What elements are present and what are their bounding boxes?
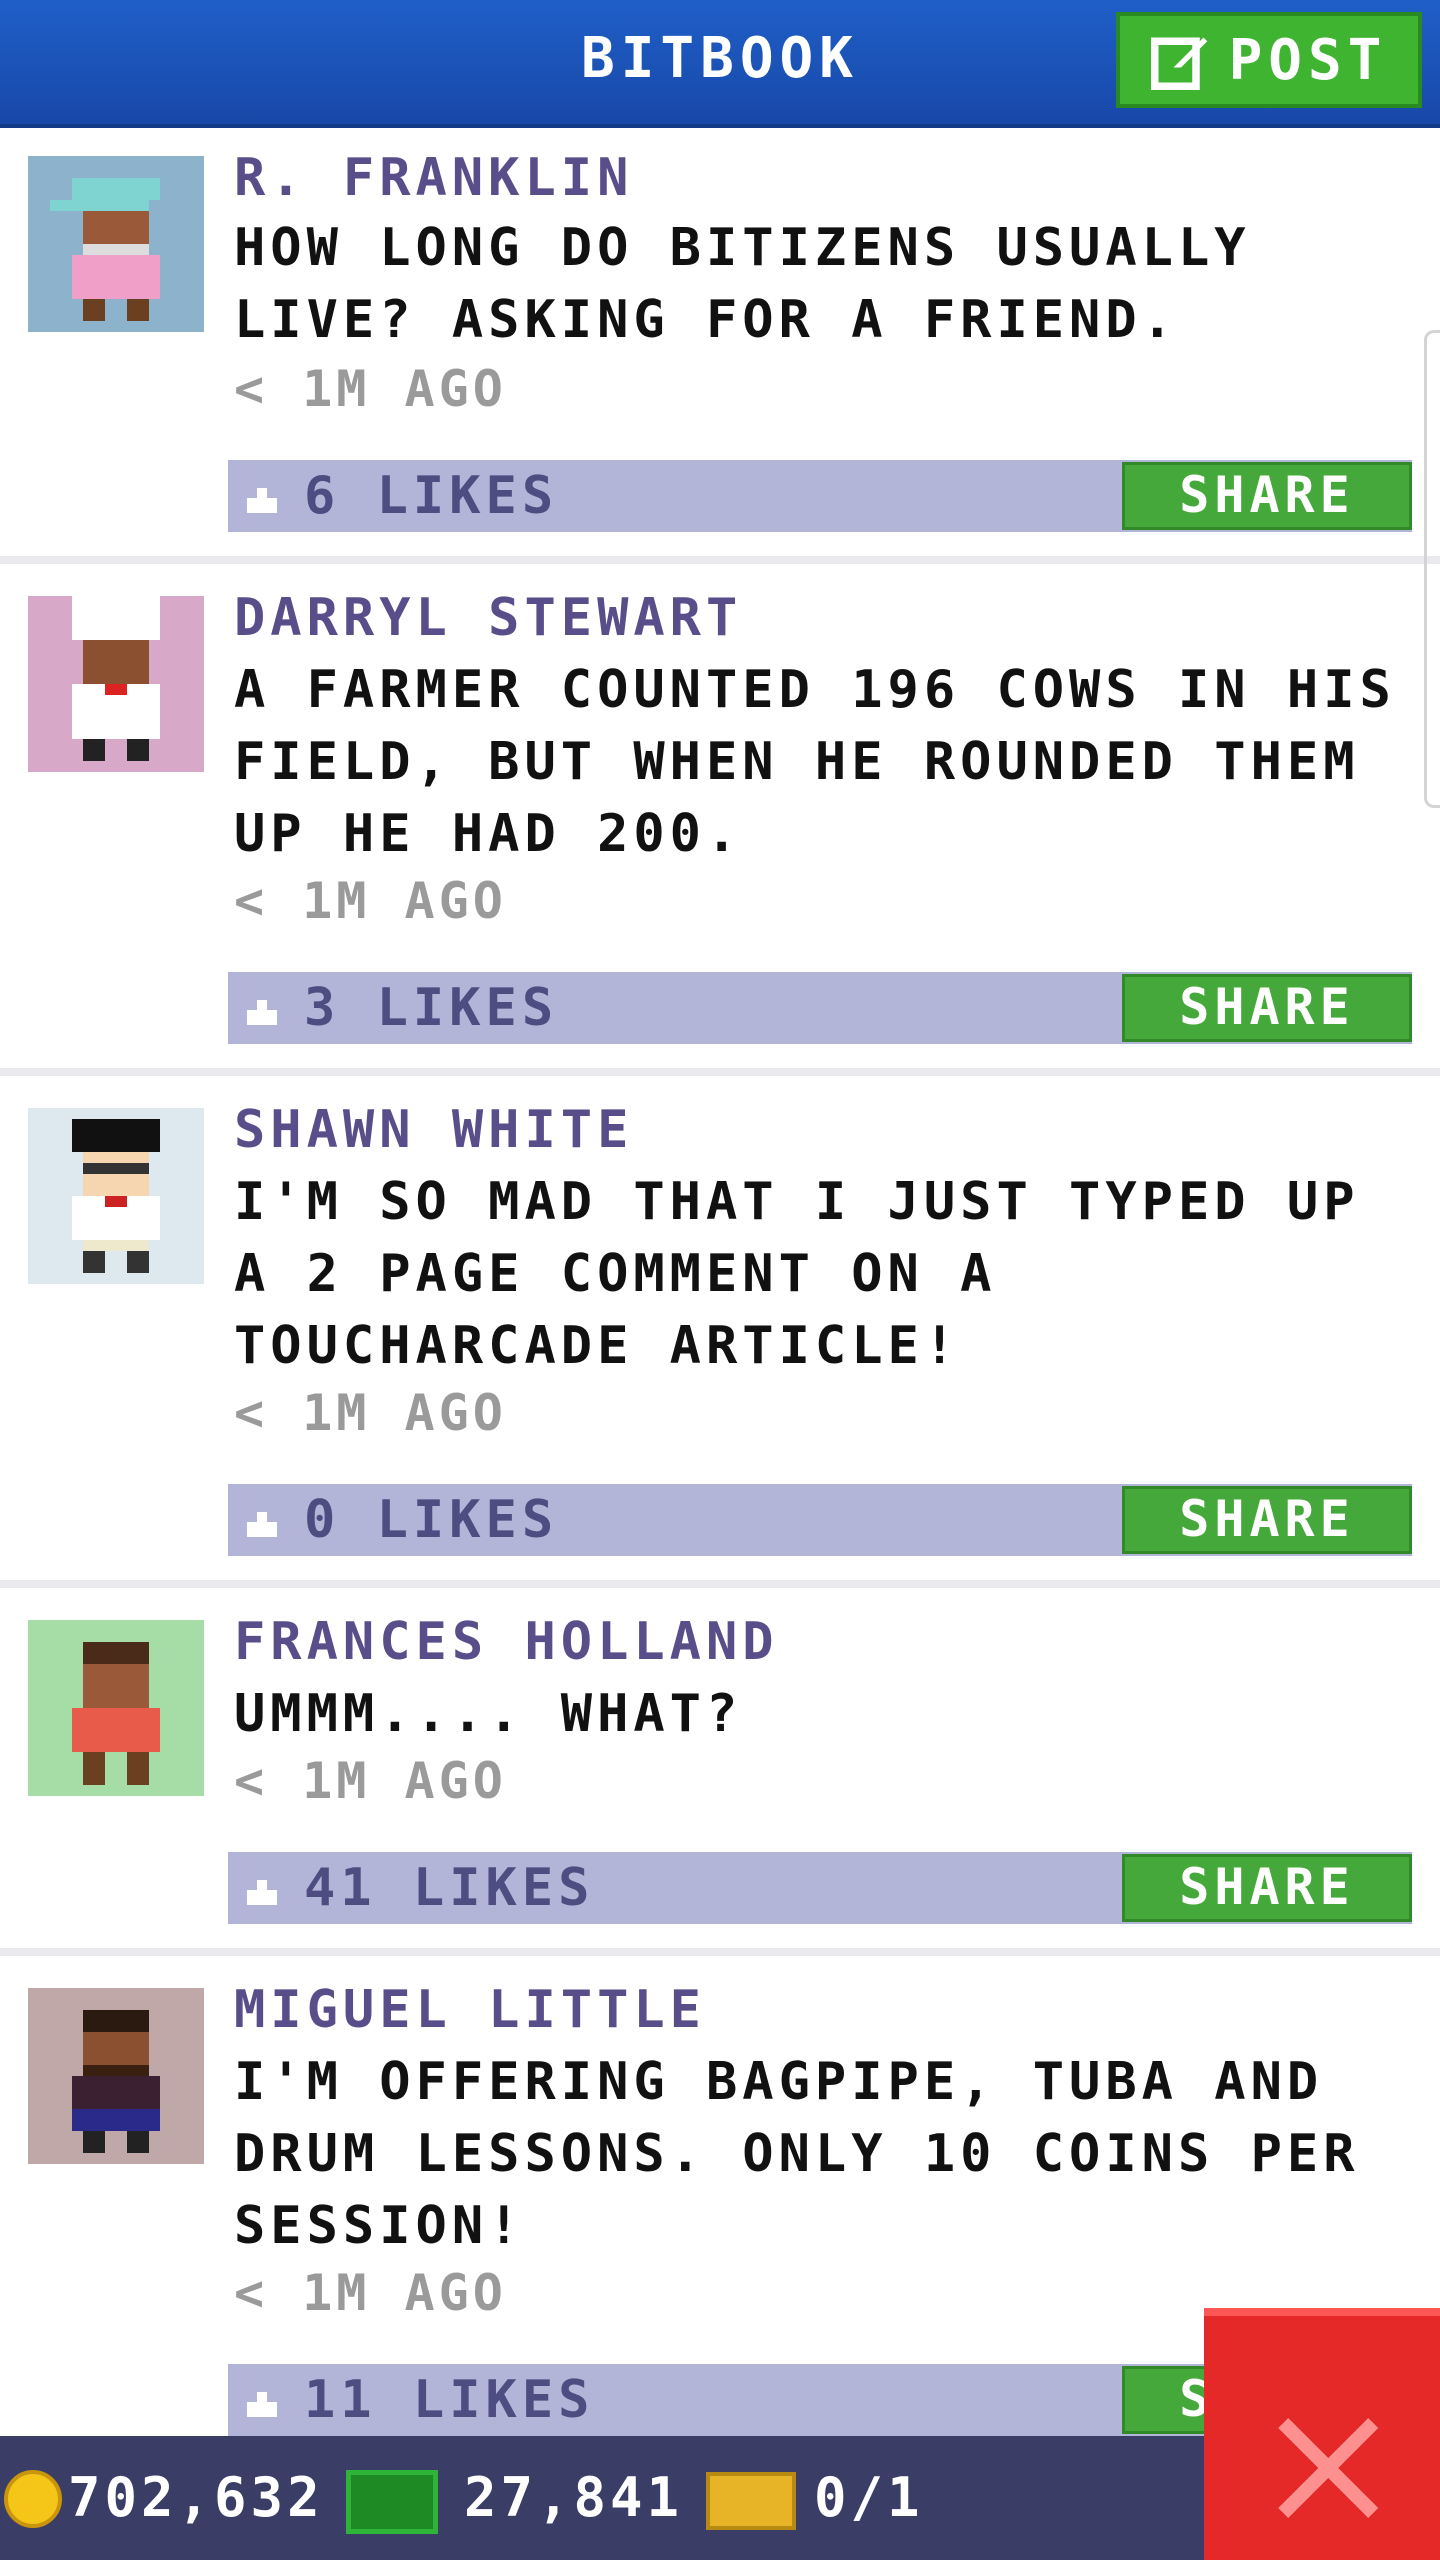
post-time: < 1M AGO bbox=[234, 360, 507, 418]
author-name[interactable]: DARRYL STEWART bbox=[234, 588, 742, 648]
avatar[interactable] bbox=[28, 156, 204, 332]
coin-icon bbox=[4, 2470, 62, 2528]
compose-icon bbox=[1150, 37, 1207, 90]
bux-icon bbox=[346, 2470, 438, 2534]
post-message: UMMM.... WHAT? bbox=[234, 1684, 743, 1744]
post-item: FRANCES HOLLAND UMMM.... WHAT? < 1M AGO … bbox=[0, 1588, 1440, 1956]
bitizen-avatar-icon bbox=[72, 1119, 160, 1273]
coin-count: 702,632 bbox=[68, 2466, 324, 2529]
avatar[interactable] bbox=[28, 596, 204, 772]
ticket-count: 0/1 bbox=[814, 2466, 924, 2529]
author-name[interactable]: R. FRANKLIN bbox=[234, 148, 633, 208]
post-time: < 1M AGO bbox=[234, 1752, 507, 1810]
author-name[interactable]: SHAWN WHITE bbox=[234, 1100, 633, 1160]
like-count: 41 LIKES bbox=[304, 1858, 595, 1918]
avatar[interactable] bbox=[28, 1620, 204, 1796]
like-count: 11 LIKES bbox=[304, 2370, 595, 2430]
post-message: I'M SO MAD THAT I JUST TYPED UP A 2 PAGE… bbox=[234, 1172, 1360, 1376]
share-button[interactable]: SHARE bbox=[1122, 462, 1412, 530]
avatar[interactable] bbox=[28, 1988, 204, 2164]
bitizen-avatar-icon bbox=[72, 596, 160, 761]
post-time: < 1M AGO bbox=[234, 2264, 507, 2322]
header-bar: BITBOOK POST bbox=[0, 0, 1440, 128]
author-name[interactable]: FRANCES HOLLAND bbox=[234, 1612, 779, 1672]
post-item: R. FRANKLIN HOW LONG DO BITIZENS USUALLY… bbox=[0, 128, 1440, 564]
thumbs-up-icon bbox=[247, 2392, 277, 2417]
post-message: HOW LONG DO BITIZENS USUALLY LIVE? ASKIN… bbox=[234, 218, 1251, 350]
post-item: DARRYL STEWART A FARMER COUNTED 196 COWS… bbox=[0, 564, 1440, 1076]
post-message: A FARMER COUNTED 196 COWS IN HIS FIELD, … bbox=[234, 660, 1396, 864]
like-bar[interactable]: 3 LIKES SHARE bbox=[228, 972, 1412, 1044]
author-name[interactable]: MIGUEL LITTLE bbox=[234, 1980, 706, 2040]
share-button[interactable]: SHARE bbox=[1122, 1854, 1412, 1922]
like-bar[interactable]: 0 LIKES SHARE bbox=[228, 1484, 1412, 1556]
like-count: 3 LIKES bbox=[304, 978, 559, 1038]
avatar[interactable] bbox=[28, 1108, 204, 1284]
post-button-label: POST bbox=[1228, 27, 1388, 93]
scroll-indicator[interactable] bbox=[1424, 330, 1440, 808]
bux-count: 27,841 bbox=[464, 2466, 684, 2529]
like-count: 0 LIKES bbox=[304, 1490, 559, 1550]
share-button[interactable]: SHARE bbox=[1122, 1486, 1412, 1554]
post-item: SHAWN WHITE I'M SO MAD THAT I JUST TYPED… bbox=[0, 1076, 1440, 1588]
like-bar[interactable]: 41 LIKES SHARE bbox=[228, 1852, 1412, 1924]
post-time: < 1M AGO bbox=[234, 1384, 507, 1442]
close-icon bbox=[1278, 2418, 1378, 2518]
thumbs-up-icon bbox=[247, 488, 277, 513]
bitizen-avatar-icon bbox=[72, 1642, 160, 1785]
like-count: 6 LIKES bbox=[304, 466, 559, 526]
thumbs-up-icon bbox=[247, 1000, 277, 1025]
share-button[interactable]: SHARE bbox=[1122, 974, 1412, 1042]
post-time: < 1M AGO bbox=[234, 872, 507, 930]
post-message: I'M OFFERING BAGPIPE, TUBA AND DRUM LESS… bbox=[234, 2052, 1360, 2256]
bitizen-avatar-icon bbox=[72, 2010, 160, 2153]
like-bar[interactable]: 6 LIKES SHARE bbox=[228, 460, 1412, 532]
bitizen-avatar-icon bbox=[50, 178, 160, 321]
post-button[interactable]: POST bbox=[1116, 12, 1422, 108]
thumbs-up-icon bbox=[247, 1880, 277, 1905]
thumbs-up-icon bbox=[247, 1512, 277, 1537]
close-button[interactable] bbox=[1204, 2308, 1440, 2560]
ticket-icon bbox=[706, 2472, 796, 2530]
